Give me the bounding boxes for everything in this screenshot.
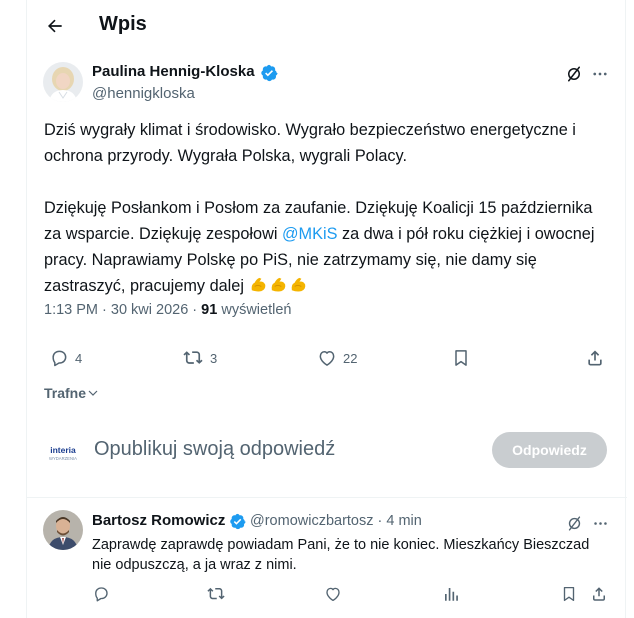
reply-icon [95, 587, 108, 602]
grok-icon [568, 66, 580, 82]
verified-badge-icon [261, 64, 278, 82]
reply-author-name[interactable]: Bartosz Romowicz [92, 512, 225, 529]
post-text: Dziś wygrały klimat i środowisko. Wygrał… [44, 117, 614, 299]
composer-avatar-logo-text: interia [50, 445, 76, 455]
flexed-biceps-icon [291, 277, 305, 292]
verified-badge-icon [230, 513, 246, 530]
bookmark-icon [455, 350, 467, 366]
reply-more-button[interactable] [589, 512, 611, 534]
page-header: Wpis [27, 0, 627, 52]
share-icon [593, 587, 605, 601]
more-icon [593, 521, 607, 525]
like-icon [319, 351, 335, 366]
grok-icon [568, 515, 580, 531]
reply-count: 4 [75, 350, 83, 366]
more-button[interactable] [589, 63, 611, 85]
divider [27, 497, 627, 498]
main-column: Wpis Paulina Hennig-Kloska @hennigkloska… [26, 0, 627, 618]
views-count: 91 [201, 302, 218, 318]
back-button[interactable] [41, 12, 69, 40]
repost-count: 3 [210, 350, 218, 366]
grok-button[interactable] [563, 63, 585, 85]
post-timestamp[interactable]: 1:13 PM · 30 kwi 2026 · [44, 302, 201, 318]
share-icon [588, 350, 602, 366]
post-meta: 1:13 PM · 30 kwi 2026 · 91 wyświetleń [44, 302, 291, 318]
post-paragraph: Dziękuję Posłankom i Posłom za zaufanie.… [44, 195, 614, 299]
reply-bookmark-button[interactable] [560, 585, 578, 608]
reply-text: Zaprawdę zaprawdę powiadam Pani, że to n… [92, 537, 590, 573]
repost-icon [183, 351, 203, 364]
like-button[interactable]: 22 [317, 348, 357, 368]
reply-share-button[interactable] [590, 585, 608, 608]
reply-button[interactable]: 4 [49, 348, 82, 368]
back-arrow-icon [48, 19, 62, 33]
reply-repost-button[interactable] [206, 585, 226, 608]
flexed-biceps-icon [251, 277, 265, 292]
submit-reply-button[interactable]: Odpowiedz [492, 432, 607, 468]
reply-like-button[interactable] [324, 585, 342, 608]
more-icon [593, 72, 607, 76]
like-count: 22 [343, 350, 358, 366]
repost-button[interactable]: 3 [182, 348, 217, 368]
post-actions: 4 3 22 [27, 340, 627, 380]
post-paragraph: Dziś wygrały klimat i środowisko. Wygrał… [44, 121, 576, 165]
views-label: wyświetleń [217, 302, 292, 318]
analytics-icon [445, 588, 458, 601]
reply-author-handle[interactable]: @romowiczbartosz · 4 min [250, 513, 422, 529]
chevron-down-icon [88, 390, 98, 396]
bookmark-icon [563, 586, 575, 602]
reply-grok-button[interactable] [563, 512, 585, 534]
reply-analytics-button[interactable] [442, 585, 460, 608]
author-handle[interactable]: @hennigkloska [92, 85, 195, 102]
reply-avatar[interactable] [43, 510, 83, 550]
share-button[interactable] [585, 348, 605, 368]
page-title: Wpis [99, 13, 147, 35]
mention-link[interactable]: @MKiS [282, 225, 337, 243]
flexed-biceps-icon [271, 277, 285, 292]
repost-icon [207, 587, 225, 600]
like-icon [326, 587, 340, 602]
bookmark-button[interactable] [451, 348, 471, 368]
reply-composer-input[interactable]: Opublikuj swoją odpowiedź [94, 438, 335, 461]
composer-avatar: interia WYDARZENIA [43, 434, 83, 474]
sort-label: Trafne [44, 385, 87, 401]
reply-sort-dropdown[interactable]: Trafne [44, 385, 99, 401]
composer-avatar-logo-subtext: WYDARZENIA [49, 456, 77, 461]
reply-icon [52, 350, 67, 367]
reply-reply-button[interactable] [92, 585, 110, 608]
avatar[interactable] [43, 62, 83, 102]
author-name[interactable]: Paulina Hennig-Kloska [92, 63, 255, 80]
